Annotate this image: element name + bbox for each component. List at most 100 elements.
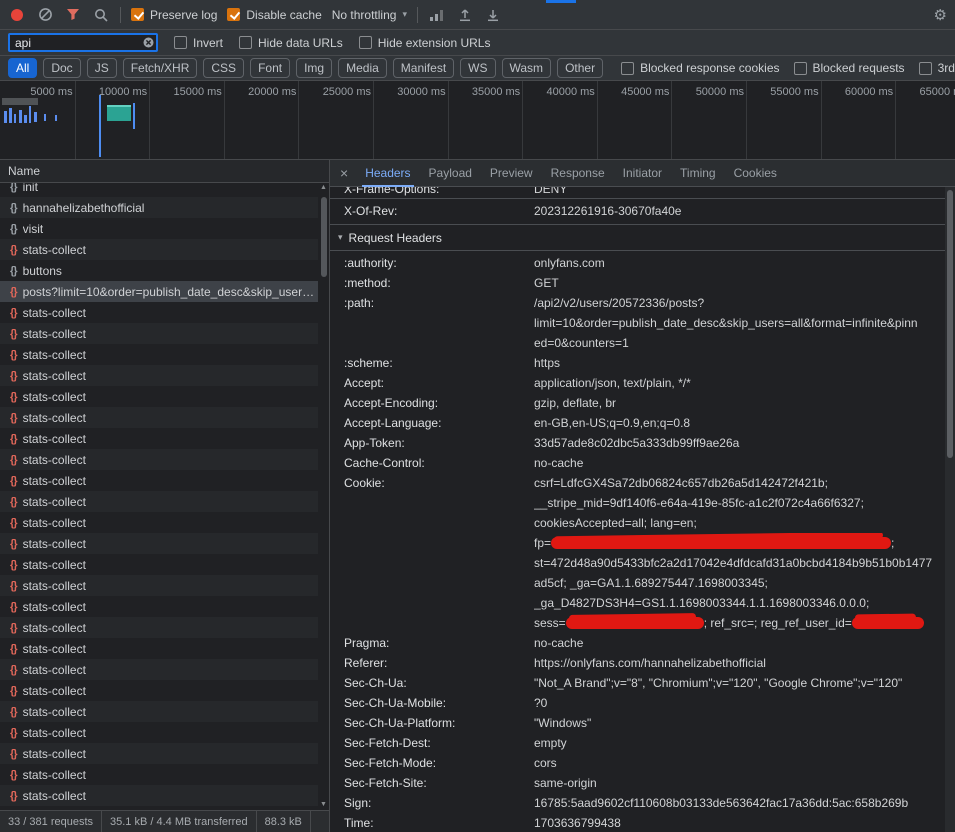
header-value-text: sess= <box>534 616 566 630</box>
request-row[interactable]: {}posts?limit=10&order=publish_date_desc… <box>0 281 329 302</box>
tab-payload[interactable]: Payload <box>420 160 481 187</box>
request-row[interactable]: {}stats-collect <box>0 764 329 785</box>
checkbox-3rd-party-requests[interactable]: 3rd-party requests <box>919 61 955 75</box>
request-row[interactable]: {}stats-collect <box>0 344 329 365</box>
request-row[interactable]: {}stats-collect <box>0 785 329 806</box>
request-row[interactable]: {}stats-collect <box>0 239 329 260</box>
request-headers-section[interactable]: ▾Request Headers <box>330 225 945 251</box>
request-row[interactable]: {}stats-collect <box>0 638 329 659</box>
scroll-up-icon[interactable]: ▲ <box>318 183 329 193</box>
header-row: Sec-Fetch-Site:same-origin <box>330 773 945 793</box>
json-braces-icon: {} <box>10 664 17 676</box>
request-row[interactable]: {}stats-collect <box>0 533 329 554</box>
throttling-value: No throttling <box>332 8 397 22</box>
tab-preview[interactable]: Preview <box>481 160 542 187</box>
request-row[interactable]: {}stats-collect <box>0 302 329 323</box>
request-row[interactable]: {}stats-collect <box>0 596 329 617</box>
header-row: App-Token:33d57ade8c02dbc5a333db99ff9ae2… <box>330 433 945 453</box>
clear-filter-icon[interactable] <box>143 37 154 48</box>
header-value: https <box>534 353 945 373</box>
details-scrollbar[interactable] <box>945 187 955 832</box>
header-row: Cookie:csrf=LdfcGX4Sa72db06824c657db26a5… <box>330 473 945 633</box>
import-har-icon[interactable] <box>456 6 474 24</box>
request-headers-list: :authority:onlyfans.com:method:GET:path:… <box>330 251 945 832</box>
request-row[interactable]: {}stats-collect <box>0 449 329 470</box>
request-row[interactable]: {}stats-collect <box>0 365 329 386</box>
request-row[interactable]: {}hannahelizabethofficial <box>0 197 329 218</box>
clear-icon[interactable] <box>36 6 54 24</box>
tab-cookies[interactable]: Cookies <box>725 160 786 187</box>
timeline-overview[interactable]: 5000 ms10000 ms15000 ms20000 ms25000 ms3… <box>0 81 955 160</box>
request-row[interactable]: {}stats-collect <box>0 323 329 344</box>
settings-gear-icon[interactable]: ⚙ <box>934 6 947 24</box>
request-row[interactable]: {}stats-collect <box>0 407 329 428</box>
tab-initiator[interactable]: Initiator <box>614 160 671 187</box>
header-value-line: _ga_D4827DS3H4=GS1.1.1698003344.1.1.1698… <box>534 593 941 613</box>
preserve-log-checkbox[interactable]: Preserve log <box>131 8 217 22</box>
request-name: stats-collect <box>23 474 86 488</box>
timeline-tick-label: 30000 ms <box>390 86 446 98</box>
checkbox-blocked-response-cookies[interactable]: Blocked response cookies <box>621 61 779 75</box>
type-filter-img[interactable]: Img <box>296 58 332 78</box>
request-row[interactable]: {}visit <box>0 218 329 239</box>
scroll-down-icon[interactable]: ▼ <box>318 800 329 810</box>
checkbox-checked-icon <box>131 8 144 21</box>
request-row[interactable]: {}stats-collect <box>0 554 329 575</box>
request-row[interactable]: {}stats-collect <box>0 722 329 743</box>
export-har-icon[interactable] <box>484 6 502 24</box>
filter-input[interactable] <box>8 33 158 52</box>
checkbox-invert[interactable]: Invert <box>174 36 223 50</box>
request-name: stats-collect <box>23 432 86 446</box>
tab-headers[interactable]: Headers <box>356 160 419 187</box>
request-row[interactable]: {}stats-collect <box>0 575 329 596</box>
header-value: cors <box>534 753 945 773</box>
request-row[interactable]: {}stats-collect <box>0 659 329 680</box>
name-column-header[interactable]: Name <box>0 160 329 183</box>
type-filter-fetch-xhr[interactable]: Fetch/XHR <box>123 58 198 78</box>
scrollbar-thumb[interactable] <box>947 190 953 458</box>
type-filter-chips: All Doc JS Fetch/XHRCSS Font Img Media Manifest… <box>8 58 603 78</box>
close-details-icon[interactable]: × <box>338 165 356 181</box>
json-braces-icon: {} <box>10 391 17 403</box>
network-conditions-icon[interactable] <box>428 6 446 24</box>
request-row[interactable]: {}stats-collect <box>0 680 329 701</box>
request-row[interactable]: {}stats-collect <box>0 512 329 533</box>
disable-cache-checkbox[interactable]: Disable cache <box>227 8 321 22</box>
record-icon[interactable] <box>8 6 26 24</box>
request-row[interactable]: {}init <box>0 183 329 197</box>
request-row[interactable]: {}stats-collect <box>0 743 329 764</box>
type-filter-manifest[interactable]: Manifest <box>393 58 454 78</box>
type-filter-font[interactable]: Font <box>250 58 290 78</box>
request-row[interactable]: {}buttons <box>0 260 329 281</box>
timeline-gridline <box>224 81 225 159</box>
checkbox-hide-data-urls[interactable]: Hide data URLs <box>239 36 343 50</box>
request-name: stats-collect <box>23 453 86 467</box>
header-row: X-Frame-Options:DENY <box>330 187 945 199</box>
type-filter-doc[interactable]: Doc <box>43 58 80 78</box>
request-row[interactable]: {}stats-collect <box>0 428 329 449</box>
type-filter-other[interactable]: Other <box>557 58 603 78</box>
type-filter-css[interactable]: CSS <box>203 58 244 78</box>
scrollbar-thumb[interactable] <box>321 197 327 277</box>
request-row[interactable]: {}stats-collect <box>0 386 329 407</box>
type-filter-media[interactable]: Media <box>338 58 387 78</box>
checkbox-blocked-requests[interactable]: Blocked requests <box>794 61 905 75</box>
type-filter-wasm[interactable]: Wasm <box>502 58 552 78</box>
request-row[interactable]: {}stats-collect <box>0 470 329 491</box>
tab-timing[interactable]: Timing <box>671 160 725 187</box>
timeline-gridline <box>895 81 896 159</box>
request-row[interactable]: {}stats-collect <box>0 701 329 722</box>
filter-icon[interactable] <box>64 6 82 24</box>
type-filter-js[interactable]: JS <box>87 58 117 78</box>
type-filter-all[interactable]: All <box>8 58 37 78</box>
checkbox-hide-extension-urls[interactable]: Hide extension URLs <box>359 36 491 50</box>
search-icon[interactable] <box>92 6 110 24</box>
json-braces-icon: {} <box>10 790 17 802</box>
type-filter-ws[interactable]: WS <box>460 58 495 78</box>
header-value-text: _ga_D4827DS3H4=GS1.1.1698003344.1.1.1698… <box>534 596 869 610</box>
throttling-select[interactable]: No throttling ▾ <box>332 8 407 22</box>
request-row[interactable]: {}stats-collect <box>0 617 329 638</box>
tab-response[interactable]: Response <box>542 160 614 187</box>
requests-scrollbar[interactable]: ▲ ▼ <box>318 183 329 810</box>
request-row[interactable]: {}stats-collect <box>0 491 329 512</box>
